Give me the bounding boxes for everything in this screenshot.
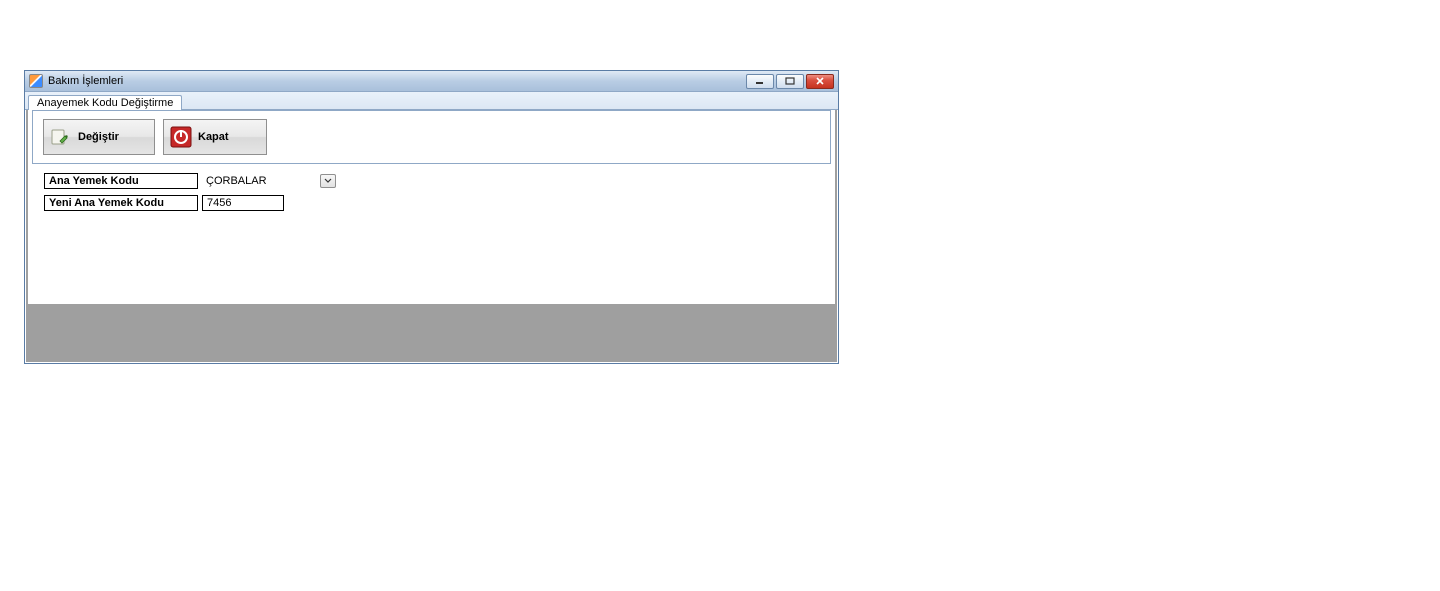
minimize-icon [755, 77, 765, 85]
toolbar: Değiştir Kapat [32, 110, 831, 164]
tabstrip: Anayemek Kodu Değiştirme [25, 92, 838, 110]
yeni-ana-yemek-kodu-label: Yeni Ana Yemek Kodu [44, 195, 198, 211]
row-ana-yemek-kodu: Ana Yemek Kodu ÇORBALAR [44, 172, 819, 190]
close-button[interactable]: Kapat [163, 119, 267, 155]
client-area: Değiştir Kapat Ana Yemek Kodu ÇORBALAR [28, 110, 835, 304]
close-button-label: Kapat [198, 131, 229, 143]
form-area: Ana Yemek Kodu ÇORBALAR Yeni Ana Yemek K… [32, 164, 831, 236]
window-buttons [746, 74, 834, 89]
tab-anayemek-kodu-degistirme[interactable]: Anayemek Kodu Değiştirme [28, 95, 182, 110]
titlebar: Bakım İşlemleri [25, 71, 838, 92]
chevron-down-icon [324, 178, 332, 184]
yeni-ana-yemek-kodu-input[interactable]: 7456 [202, 195, 284, 211]
maximize-button[interactable] [776, 74, 804, 89]
app-window: Bakım İşlemleri Anayemek Kodu De [24, 70, 839, 364]
row-yeni-ana-yemek-kodu: Yeni Ana Yemek Kodu 7456 [44, 194, 819, 212]
power-icon [170, 126, 192, 148]
close-window-button[interactable] [806, 74, 834, 89]
maximize-icon [785, 77, 795, 85]
change-button[interactable]: Değiştir [43, 119, 155, 155]
ana-yemek-kodu-value: ÇORBALAR [202, 173, 320, 189]
close-icon [815, 77, 825, 85]
window-title: Bakım İşlemleri [48, 75, 746, 87]
spacer [32, 236, 831, 304]
combo-dropdown-button[interactable] [320, 174, 336, 188]
minimize-button[interactable] [746, 74, 774, 89]
change-icon [50, 126, 72, 148]
app-icon [29, 74, 43, 88]
change-button-label: Değiştir [78, 131, 119, 143]
ana-yemek-kodu-label: Ana Yemek Kodu [44, 173, 198, 189]
tab-label: Anayemek Kodu Değiştirme [37, 97, 173, 109]
ana-yemek-kodu-combo[interactable]: ÇORBALAR [202, 172, 336, 190]
